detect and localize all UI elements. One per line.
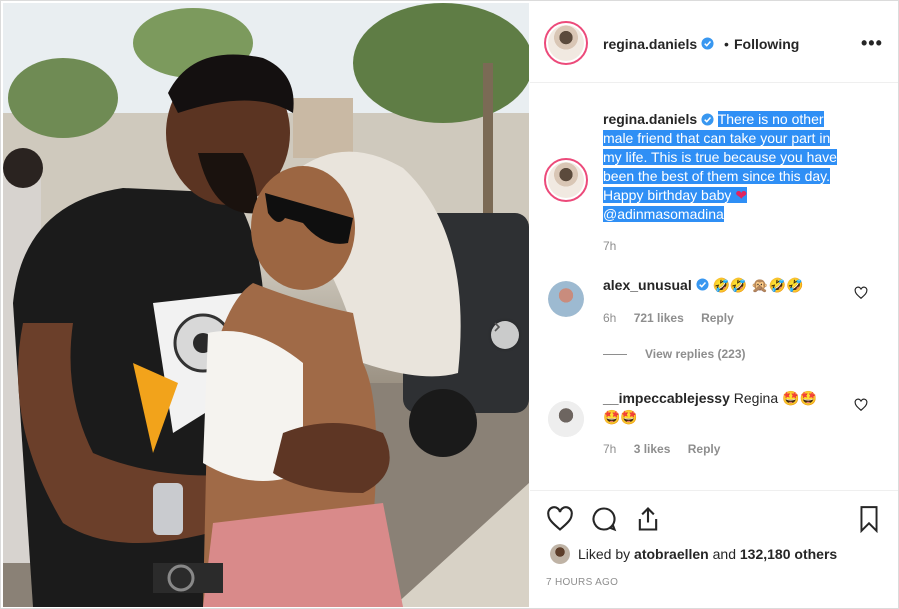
avatar-image: [548, 162, 584, 198]
liked-by-user-link[interactable]: atobraellen: [634, 546, 709, 562]
caption-time[interactable]: 7h: [603, 239, 616, 253]
commenter-avatar[interactable]: [548, 281, 584, 317]
post-frame: regina.daniels • Following ••• regina.da…: [0, 0, 899, 609]
caption-mention-link[interactable]: @adinmasomadina: [603, 206, 724, 222]
divider-line: [603, 353, 627, 355]
reply-button[interactable]: Reply: [701, 311, 734, 325]
author-avatar[interactable]: [544, 21, 588, 65]
comment-time[interactable]: 7h: [603, 442, 616, 456]
caption-username[interactable]: regina.daniels: [603, 111, 697, 127]
reply-button[interactable]: Reply: [688, 442, 721, 456]
bookmark-icon[interactable]: [856, 505, 882, 533]
avatar-image: [548, 281, 584, 317]
heart-outline-icon[interactable]: [546, 505, 574, 533]
comment-likes[interactable]: 3 likes: [634, 442, 671, 456]
avatar-image: [550, 544, 570, 564]
next-photo-button[interactable]: [491, 321, 519, 349]
author-username-row[interactable]: regina.daniels: [603, 36, 714, 52]
avatar-image: [548, 25, 584, 61]
post-side-panel: regina.daniels • Following ••• regina.da…: [530, 3, 898, 607]
author-username[interactable]: regina.daniels: [603, 36, 697, 52]
caption-text-line4: been the best of them since this day.: [603, 168, 830, 184]
comment-time[interactable]: 6h: [603, 311, 616, 325]
commenter-avatar[interactable]: [548, 401, 584, 437]
chevron-right-icon: [494, 322, 501, 332]
header-separator: •: [724, 36, 729, 52]
comment-meta: 6h 721 likes Reply: [603, 311, 748, 325]
view-replies-label: View replies (223): [645, 347, 746, 361]
verified-badge-icon: [701, 113, 714, 126]
post-photo[interactable]: [3, 3, 529, 607]
comment-username[interactable]: __impeccablejessy: [603, 390, 730, 406]
comment-text-cont: 🤩🤩: [603, 409, 638, 425]
liker-avatar[interactable]: [550, 544, 570, 564]
verified-badge-icon: [696, 278, 709, 291]
comment-bubble-icon[interactable]: [590, 505, 618, 533]
heart-outline-icon[interactable]: [854, 286, 868, 300]
comment-text: Regina 🤩🤩: [733, 390, 817, 406]
liked-by-count-link[interactable]: 132,180 others: [740, 546, 837, 562]
caption-text-line3: my life. This is true because you have: [603, 149, 837, 165]
post-actions: Liked by atobraellen and 132,180 others …: [530, 490, 898, 607]
liked-by-prefix: Liked by: [578, 546, 631, 562]
avatar-image: [548, 401, 584, 437]
view-replies-button[interactable]: View replies (223): [603, 347, 746, 361]
more-horizontal-icon[interactable]: •••: [861, 33, 883, 54]
post-header: regina.daniels • Following •••: [530, 3, 898, 83]
following-button[interactable]: Following: [734, 36, 799, 52]
caption-text-line1: There is no other: [717, 111, 824, 127]
caption-author-avatar[interactable]: [544, 158, 588, 202]
caption-text-line5: Happy birthday baby: [603, 187, 732, 203]
caption-text-line2: male friend that can take your part in: [603, 130, 831, 146]
comment-text: 🤣🤣 🙊🤣🤣: [712, 277, 804, 293]
post-caption: regina.daniels There is no other male fr…: [603, 110, 888, 224]
post-timestamp[interactable]: 7 HOURS AGO: [546, 577, 618, 588]
red-heart-emoji: ❤: [735, 187, 748, 203]
liked-by-text: Liked by atobraellen and 132,180 others: [578, 546, 837, 562]
photo-illustration: [3, 3, 529, 607]
heart-outline-icon[interactable]: [854, 398, 868, 412]
comment-username[interactable]: alex_unusual: [603, 277, 692, 293]
comment-item: alex_unusual 🤣🤣 🙊🤣🤣: [603, 276, 804, 295]
verified-badge-icon: [701, 37, 714, 50]
comment-meta: 7h 3 likes Reply: [603, 442, 734, 456]
comment-likes[interactable]: 721 likes: [634, 311, 684, 325]
comment-item: __impeccablejessy Regina 🤩🤩 🤩🤩: [603, 389, 853, 427]
share-upload-icon[interactable]: [634, 505, 662, 533]
liked-by-and: and: [712, 546, 736, 562]
